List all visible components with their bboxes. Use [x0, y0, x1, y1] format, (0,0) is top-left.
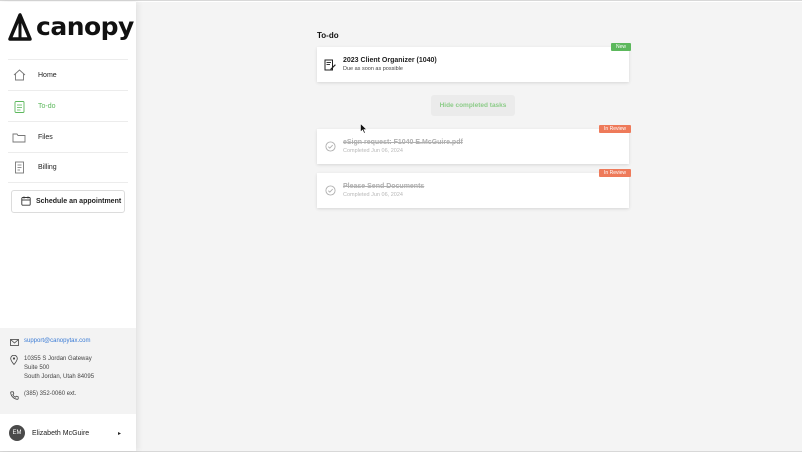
- home-icon: [12, 68, 26, 82]
- task-subtitle: Completed Jun 06, 2024: [343, 148, 403, 154]
- folder-icon: [12, 130, 26, 144]
- sidebar-item-label: To-do: [38, 102, 56, 110]
- task-subtitle: Due as soon as possible: [343, 66, 403, 72]
- sidebar-item-todo[interactable]: To-do: [8, 90, 128, 121]
- app-frame: canopy Home To-do Files Billing Schedule…: [0, 0, 802, 452]
- canopy-logo-icon: [8, 13, 32, 41]
- sidebar: canopy Home To-do Files Billing Schedule…: [0, 2, 136, 451]
- task-title: Please Send Documents: [343, 183, 425, 190]
- canopy-logo[interactable]: canopy: [8, 12, 134, 42]
- sidebar-item-files[interactable]: Files: [8, 121, 128, 152]
- schedule-appointment-button[interactable]: Schedule an appointment: [11, 190, 125, 213]
- task-subtitle: Completed Jun 06, 2024: [343, 192, 403, 198]
- support-phone[interactable]: (385) 352-0060 ext.: [24, 390, 76, 399]
- sidebar-item-label: Billing: [38, 164, 57, 171]
- address-line-2: Suite 500: [24, 365, 50, 371]
- check-circle-icon: [324, 185, 336, 197]
- sidebar-nav: Home To-do Files Billing: [8, 59, 128, 183]
- contact-address-row: 10355 S Jordan Gateway Suite 500 South J…: [9, 355, 136, 382]
- page-title: To-do: [317, 31, 339, 40]
- status-badge: New: [610, 43, 631, 51]
- mouse-pointer-icon: [360, 121, 368, 139]
- schedule-appointment-label: Schedule an appointment: [36, 198, 122, 205]
- avatar: EM: [9, 425, 25, 441]
- address-line-3: South Jordan, Utah 84095: [24, 374, 95, 380]
- address-line-1: 10355 S Jordan Gateway: [24, 356, 92, 362]
- task-title: eSign request: F1040 E.McGuire.pdf: [343, 139, 463, 146]
- caret-right-icon: ▸: [117, 430, 121, 437]
- edit-document-icon: [324, 59, 336, 71]
- user-menu[interactable]: EM Elizabeth McGuire ▸: [0, 422, 136, 444]
- task-card-open[interactable]: 2023 Client Organizer (1040) Due as soon…: [317, 43, 631, 82]
- logo-text: canopy: [36, 12, 134, 41]
- sidebar-item-label: Home: [38, 71, 57, 79]
- sidebar-item-label: Files: [38, 133, 53, 141]
- check-circle-icon: [324, 141, 336, 153]
- location-pin-icon: [9, 355, 19, 365]
- contact-phone-row: (385) 352-0060 ext.: [9, 390, 136, 400]
- receipt-icon: [12, 161, 26, 175]
- user-name: Elizabeth McGuire: [32, 429, 90, 437]
- support-email-link[interactable]: support@canopytax.com: [24, 337, 90, 346]
- contact-email-row: support@canopytax.com: [9, 337, 136, 347]
- status-badge: In Review: [599, 125, 631, 133]
- phone-icon: [9, 390, 19, 400]
- task-card-completed[interactable]: Please Send Documents Completed Jun 06, …: [317, 169, 631, 208]
- contact-panel: support@canopytax.com 10355 S Jordan Gat…: [0, 328, 136, 414]
- status-badge: In Review: [599, 169, 631, 177]
- sidebar-item-home[interactable]: Home: [8, 59, 128, 90]
- main-content: To-do 2023 Client Organizer (1040) Due a…: [136, 2, 802, 451]
- sidebar-item-billing[interactable]: Billing: [8, 152, 128, 183]
- task-title: 2023 Client Organizer (1040): [343, 57, 437, 64]
- calendar-icon: [21, 193, 31, 211]
- clipboard-icon: [12, 99, 26, 113]
- hide-completed-tasks-button[interactable]: Hide completed tasks: [431, 95, 515, 116]
- mail-icon: [9, 337, 19, 347]
